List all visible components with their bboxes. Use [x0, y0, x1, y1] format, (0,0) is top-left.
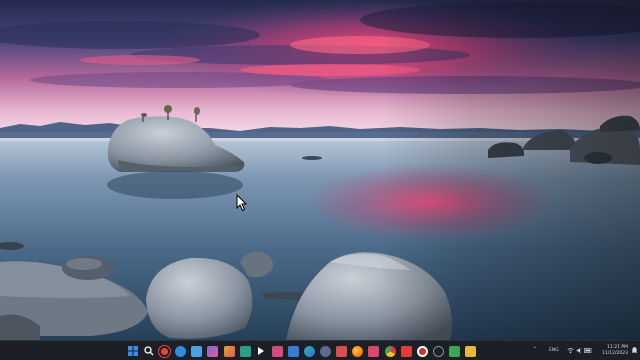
mouse-pointer-icon — [236, 194, 248, 212]
tray-overflow-chevron[interactable]: ^ — [533, 347, 537, 352]
notification-bell-icon[interactable] — [631, 346, 638, 355]
wallpaper — [0, 0, 640, 340]
circle-red-icon[interactable] — [159, 345, 171, 357]
terminal-icon[interactable] — [239, 345, 251, 357]
search-icon[interactable] — [143, 346, 154, 357]
file-explorer-icon[interactable] — [191, 345, 203, 357]
paint-icon[interactable] — [368, 345, 380, 357]
desktop[interactable]: ^ ENG 11:21 PM 11/12/2023 — [0, 0, 640, 360]
taskbar: ^ ENG 11:21 PM 11/12/2023 — [0, 340, 640, 360]
store-icon[interactable] — [287, 345, 299, 357]
clock-app-icon[interactable] — [432, 345, 444, 357]
taskbar-pinned-apps — [127, 344, 476, 358]
edge-browser-icon[interactable] — [304, 345, 316, 357]
folder-icon[interactable] — [464, 345, 476, 357]
settings-icon[interactable] — [320, 345, 332, 357]
wifi-icon[interactable] — [567, 347, 574, 354]
circle-blue-icon[interactable] — [175, 345, 187, 357]
photos-icon[interactable] — [223, 345, 235, 357]
recorder-icon[interactable] — [416, 345, 428, 357]
firefox-icon[interactable] — [352, 345, 364, 357]
media-icon[interactable] — [336, 345, 348, 357]
mail-icon[interactable] — [271, 345, 283, 357]
arrow-app-icon[interactable] — [256, 346, 267, 357]
volume-icon[interactable] — [576, 347, 583, 354]
notepad-icon[interactable] — [448, 345, 460, 357]
widgets-icon[interactable] — [207, 345, 219, 357]
chrome-icon[interactable] — [384, 345, 396, 357]
language-indicator[interactable]: ENG — [549, 348, 559, 353]
taskbar-clock[interactable]: 11:21 PM 11/12/2023 — [588, 345, 628, 357]
video-app-icon[interactable] — [400, 345, 412, 357]
windows-logo-icon[interactable] — [127, 346, 138, 357]
clock-date: 11/12/2023 — [602, 351, 628, 356]
